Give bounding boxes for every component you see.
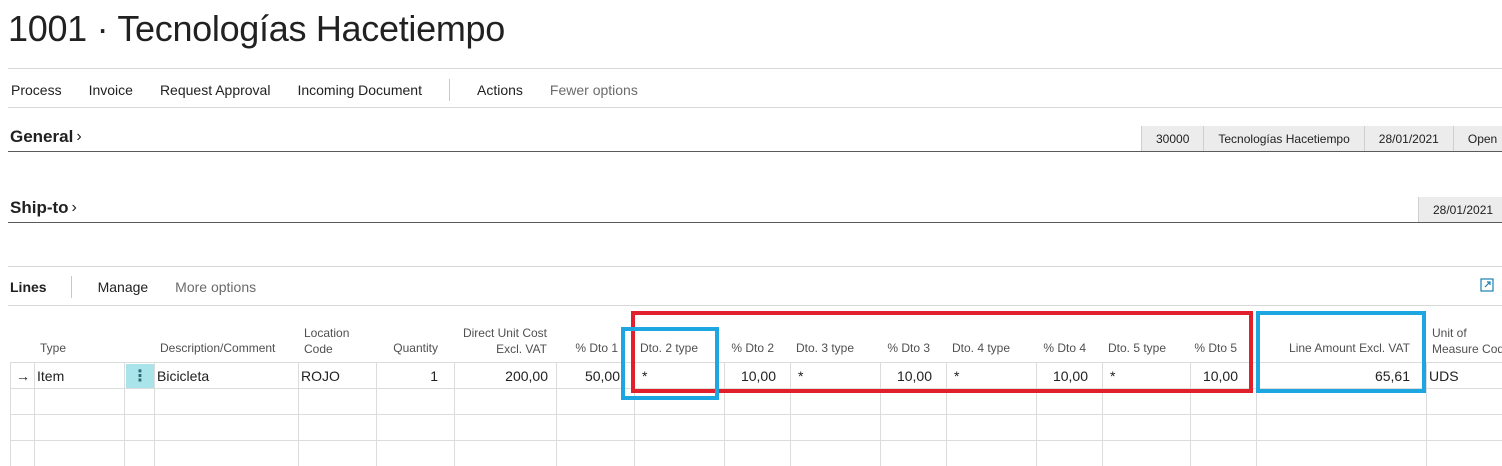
summary-shipto-date: 28/01/2021 xyxy=(1418,197,1502,222)
chevron-right-icon: › xyxy=(71,199,77,216)
summary-vendor-name: Tecnologías Hacetiempo xyxy=(1203,126,1364,151)
grid-line xyxy=(10,362,1502,363)
col-header-uom-line2: Measure Cod xyxy=(1432,342,1502,356)
col-header-cost-line1: Direct Unit Cost xyxy=(462,326,547,340)
general-summary: 30000 Tecnologías Hacetiempo 28/01/2021 … xyxy=(1141,126,1502,151)
grid-line xyxy=(454,362,455,466)
highlight-box-dto2-type xyxy=(621,327,719,400)
row-arrow-icon: → xyxy=(16,368,30,384)
general-section-title: General xyxy=(10,127,74,146)
grid-line xyxy=(556,362,557,466)
grid-line xyxy=(1256,362,1257,466)
cell-dto5[interactable]: 10,00 xyxy=(1190,368,1238,384)
grid-line xyxy=(1102,362,1103,466)
page-title: 1001 · Tecnologías Hacetiempo xyxy=(8,8,505,49)
lines-separator xyxy=(70,276,72,298)
col-header-dto1[interactable]: % Dto 1 xyxy=(560,340,618,356)
action-actions[interactable]: Actions xyxy=(477,82,523,98)
shipto-summary: 28/01/2021 xyxy=(1418,197,1502,222)
cell-dto2-type[interactable]: * xyxy=(642,368,647,384)
cell-direct-unit-cost[interactable]: 200,00 xyxy=(458,368,548,384)
col-header-quantity[interactable]: Quantity xyxy=(378,340,438,356)
summary-vendor-no: 30000 xyxy=(1141,126,1204,151)
chevron-right-icon: › xyxy=(76,128,82,145)
grid-line xyxy=(10,440,1502,441)
grid-line xyxy=(34,362,35,466)
shipto-section-title: Ship-to xyxy=(10,198,69,217)
cell-unit-of-measure[interactable]: UDS xyxy=(1429,368,1459,384)
lines-bar: Lines Manage More options xyxy=(10,276,283,298)
cell-type[interactable]: Item xyxy=(37,368,64,384)
cell-line-amount[interactable]: 65,61 xyxy=(1262,368,1410,384)
action-invoice[interactable]: Invoice xyxy=(89,82,133,98)
cell-location[interactable]: ROJO xyxy=(301,368,340,384)
col-header-dto5[interactable]: % Dto 5 xyxy=(1192,340,1237,356)
shipto-section-header[interactable]: Ship-to › xyxy=(10,198,77,218)
col-header-location-line1: Location xyxy=(304,326,350,340)
action-process[interactable]: Process xyxy=(11,82,62,98)
grid-line xyxy=(298,362,299,466)
cell-dto4-type[interactable]: * xyxy=(954,368,959,384)
grid-line xyxy=(10,414,1502,415)
col-header-line-amount[interactable]: Line Amount Excl. VAT xyxy=(1262,340,1410,356)
lines-manage-button[interactable]: Manage xyxy=(98,279,149,295)
col-header-dto3[interactable]: % Dto 3 xyxy=(880,340,930,356)
action-incoming-document[interactable]: Incoming Document xyxy=(297,82,422,98)
action-request-approval[interactable]: Request Approval xyxy=(160,82,271,98)
section-underline xyxy=(8,151,1502,152)
cell-dto3-type[interactable]: * xyxy=(798,368,803,384)
cell-description[interactable]: Bicicleta xyxy=(157,368,209,384)
action-bar: Process Invoice Request Approval Incomin… xyxy=(11,79,665,101)
expand-icon[interactable] xyxy=(1480,278,1494,292)
grid-line xyxy=(946,362,947,466)
cell-quantity[interactable]: 1 xyxy=(380,368,438,384)
divider xyxy=(8,68,1502,69)
lines-more-options-button[interactable]: More options xyxy=(175,279,256,295)
cell-dto1[interactable]: 50,00 xyxy=(560,368,620,384)
col-header-uom-line1: Unit of xyxy=(1432,326,1467,340)
section-underline xyxy=(8,222,1502,223)
col-header-direct-unit-cost[interactable]: Direct Unit Cost Excl. VAT xyxy=(446,325,547,357)
summary-status: Open xyxy=(1452,126,1502,151)
col-header-unit-of-measure[interactable]: Unit of Measure Cod xyxy=(1432,325,1502,357)
lines-title: Lines xyxy=(10,279,47,295)
grid-line xyxy=(634,362,635,466)
summary-date: 28/01/2021 xyxy=(1363,126,1453,151)
action-separator xyxy=(448,79,450,101)
general-section-header[interactable]: General › xyxy=(10,127,82,147)
grid-line xyxy=(10,362,11,466)
col-header-dto5-type[interactable]: Dto. 5 type xyxy=(1108,340,1166,356)
col-header-dto2-type[interactable]: Dto. 2 type xyxy=(640,340,698,356)
divider xyxy=(8,107,1502,108)
grid-line xyxy=(124,362,125,466)
col-header-dto2[interactable]: % Dto 2 xyxy=(725,340,774,356)
grid-line xyxy=(880,362,881,466)
col-header-cost-line2: Excl. VAT xyxy=(496,342,547,356)
grid-line xyxy=(724,362,725,466)
cell-dto2[interactable]: 10,00 xyxy=(728,368,776,384)
col-header-dto3-type[interactable]: Dto. 3 type xyxy=(796,340,854,356)
divider xyxy=(8,266,1502,267)
row-menu-button[interactable]: ⋮ xyxy=(126,364,154,388)
col-header-dto4[interactable]: % Dto 4 xyxy=(1036,340,1086,356)
cell-dto4[interactable]: 10,00 xyxy=(1040,368,1088,384)
grid-line xyxy=(1036,362,1037,466)
fewer-options-button[interactable]: Fewer options xyxy=(550,82,638,98)
grid-line xyxy=(154,362,155,466)
col-header-type[interactable]: Type xyxy=(40,340,66,356)
col-header-location[interactable]: Location Code xyxy=(304,325,349,357)
col-header-dto4-type[interactable]: Dto. 4 type xyxy=(952,340,1010,356)
grid-line xyxy=(376,362,377,466)
cell-dto3[interactable]: 10,00 xyxy=(884,368,932,384)
grid-line xyxy=(1426,362,1427,466)
col-header-location-line2: Code xyxy=(304,342,333,356)
col-header-description[interactable]: Description/Comment xyxy=(160,340,275,356)
grid-line xyxy=(790,362,791,466)
divider xyxy=(8,305,1502,306)
cell-dto5-type[interactable]: * xyxy=(1110,368,1115,384)
grid-line xyxy=(10,388,1502,389)
